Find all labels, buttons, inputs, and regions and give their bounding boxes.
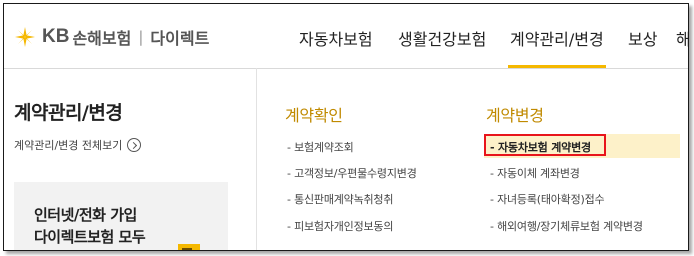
- menu-item-privacy-consent[interactable]: - 피보험자개인정보동의: [287, 218, 393, 234]
- menu-group-contract-check-title: 계약확인: [285, 106, 343, 125]
- promo-badge-icon: [178, 244, 200, 250]
- promo-line-1: 인터넷/전화 가입: [34, 206, 137, 224]
- screenshot-frame: KB 손해보험 | 다이렉트 자동차보험 생활건강보험 계약관리/변경 보상 해…: [3, 3, 689, 251]
- menu-item-customer-info-change[interactable]: - 고객정보/우편물수령지변경: [287, 165, 417, 181]
- menu-item-autopay-account-change[interactable]: - 자동이체 계좌변경: [490, 165, 580, 181]
- menu-item-child-registration[interactable]: - 자녀등록(태아확정)접수: [490, 191, 605, 207]
- view-all-label: 계약관리/변경 전체보기: [14, 139, 123, 152]
- logo-company-name: 손해보험: [72, 29, 132, 48]
- view-all-link[interactable]: 계약관리/변경 전체보기: [14, 137, 142, 153]
- menu-item-recording-listen[interactable]: - 통신판매계약녹취청취: [287, 191, 393, 207]
- section-title: 계약관리/변경: [14, 102, 123, 124]
- site-logo[interactable]: KB 손해보험 | 다이렉트: [12, 23, 209, 51]
- logo-separator: |: [138, 28, 144, 46]
- red-highlight-box: [484, 134, 606, 156]
- logo-kb-text: KB: [42, 26, 70, 47]
- site-header: KB 손해보험 | 다이렉트 자동차보험 생활건강보험 계약관리/변경 보상 해: [4, 4, 688, 69]
- promo-banner[interactable]: 인터넷/전화 가입 다이렉트보험 모두: [14, 182, 228, 250]
- menu-group-contract-change-title: 계약변경: [486, 106, 544, 125]
- gnb-auto-insurance[interactable]: 자동차보험: [299, 26, 373, 66]
- kb-star-logo-icon: [15, 27, 35, 47]
- circle-arrow-right-icon: [127, 138, 142, 152]
- menu-item-policy-inquiry[interactable]: - 보험계약조회: [287, 139, 354, 155]
- promo-line-2: 다이렉트보험 모두: [34, 228, 146, 246]
- menu-item-travel-contract-change[interactable]: - 해외여행/장기체류보험 계약변경: [490, 218, 643, 234]
- panel-divider: [256, 68, 257, 250]
- gnb-contract-management[interactable]: 계약관리/변경: [508, 26, 606, 68]
- gnb-compensation[interactable]: 보상: [628, 26, 657, 66]
- gnb-life-health-insurance[interactable]: 생활건강보험: [398, 26, 486, 66]
- logo-direct-text: 다이렉트: [150, 29, 210, 48]
- gnb-overseas-partial[interactable]: 해: [676, 26, 688, 66]
